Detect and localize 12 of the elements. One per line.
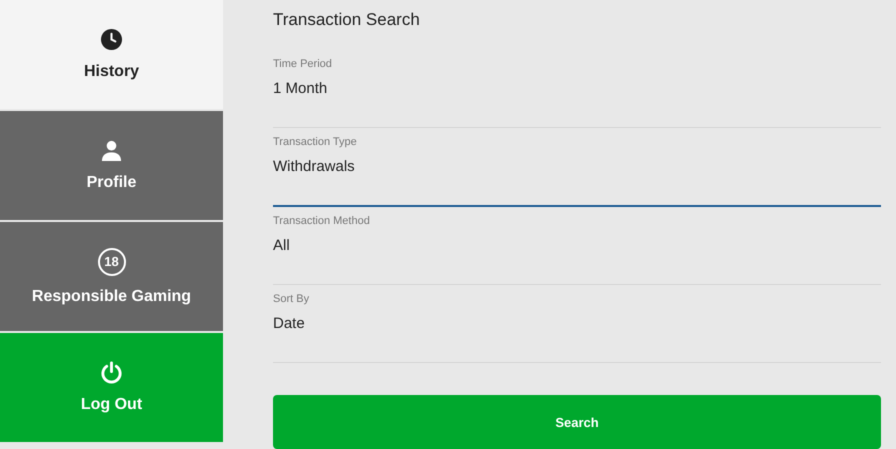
select-field[interactable]: Transaction Method All	[273, 206, 881, 285]
age-limit-icon: 18	[98, 248, 126, 276]
power-icon	[100, 361, 123, 384]
sidebar-item[interactable]: 18 Responsible Gaming	[0, 222, 223, 331]
form-title: Transaction Search	[273, 10, 421, 31]
clock-icon	[100, 28, 123, 51]
select-field[interactable]: Time Period 1 Month	[273, 50, 881, 128]
sidebar-item[interactable]: History	[0, 0, 223, 109]
sidebar-item[interactable]: Profile	[0, 111, 223, 220]
select-field[interactable]: Sort By Date	[273, 284, 881, 364]
select-field[interactable]: Transaction Type Withdrawals	[273, 128, 881, 207]
person-icon	[100, 139, 123, 162]
